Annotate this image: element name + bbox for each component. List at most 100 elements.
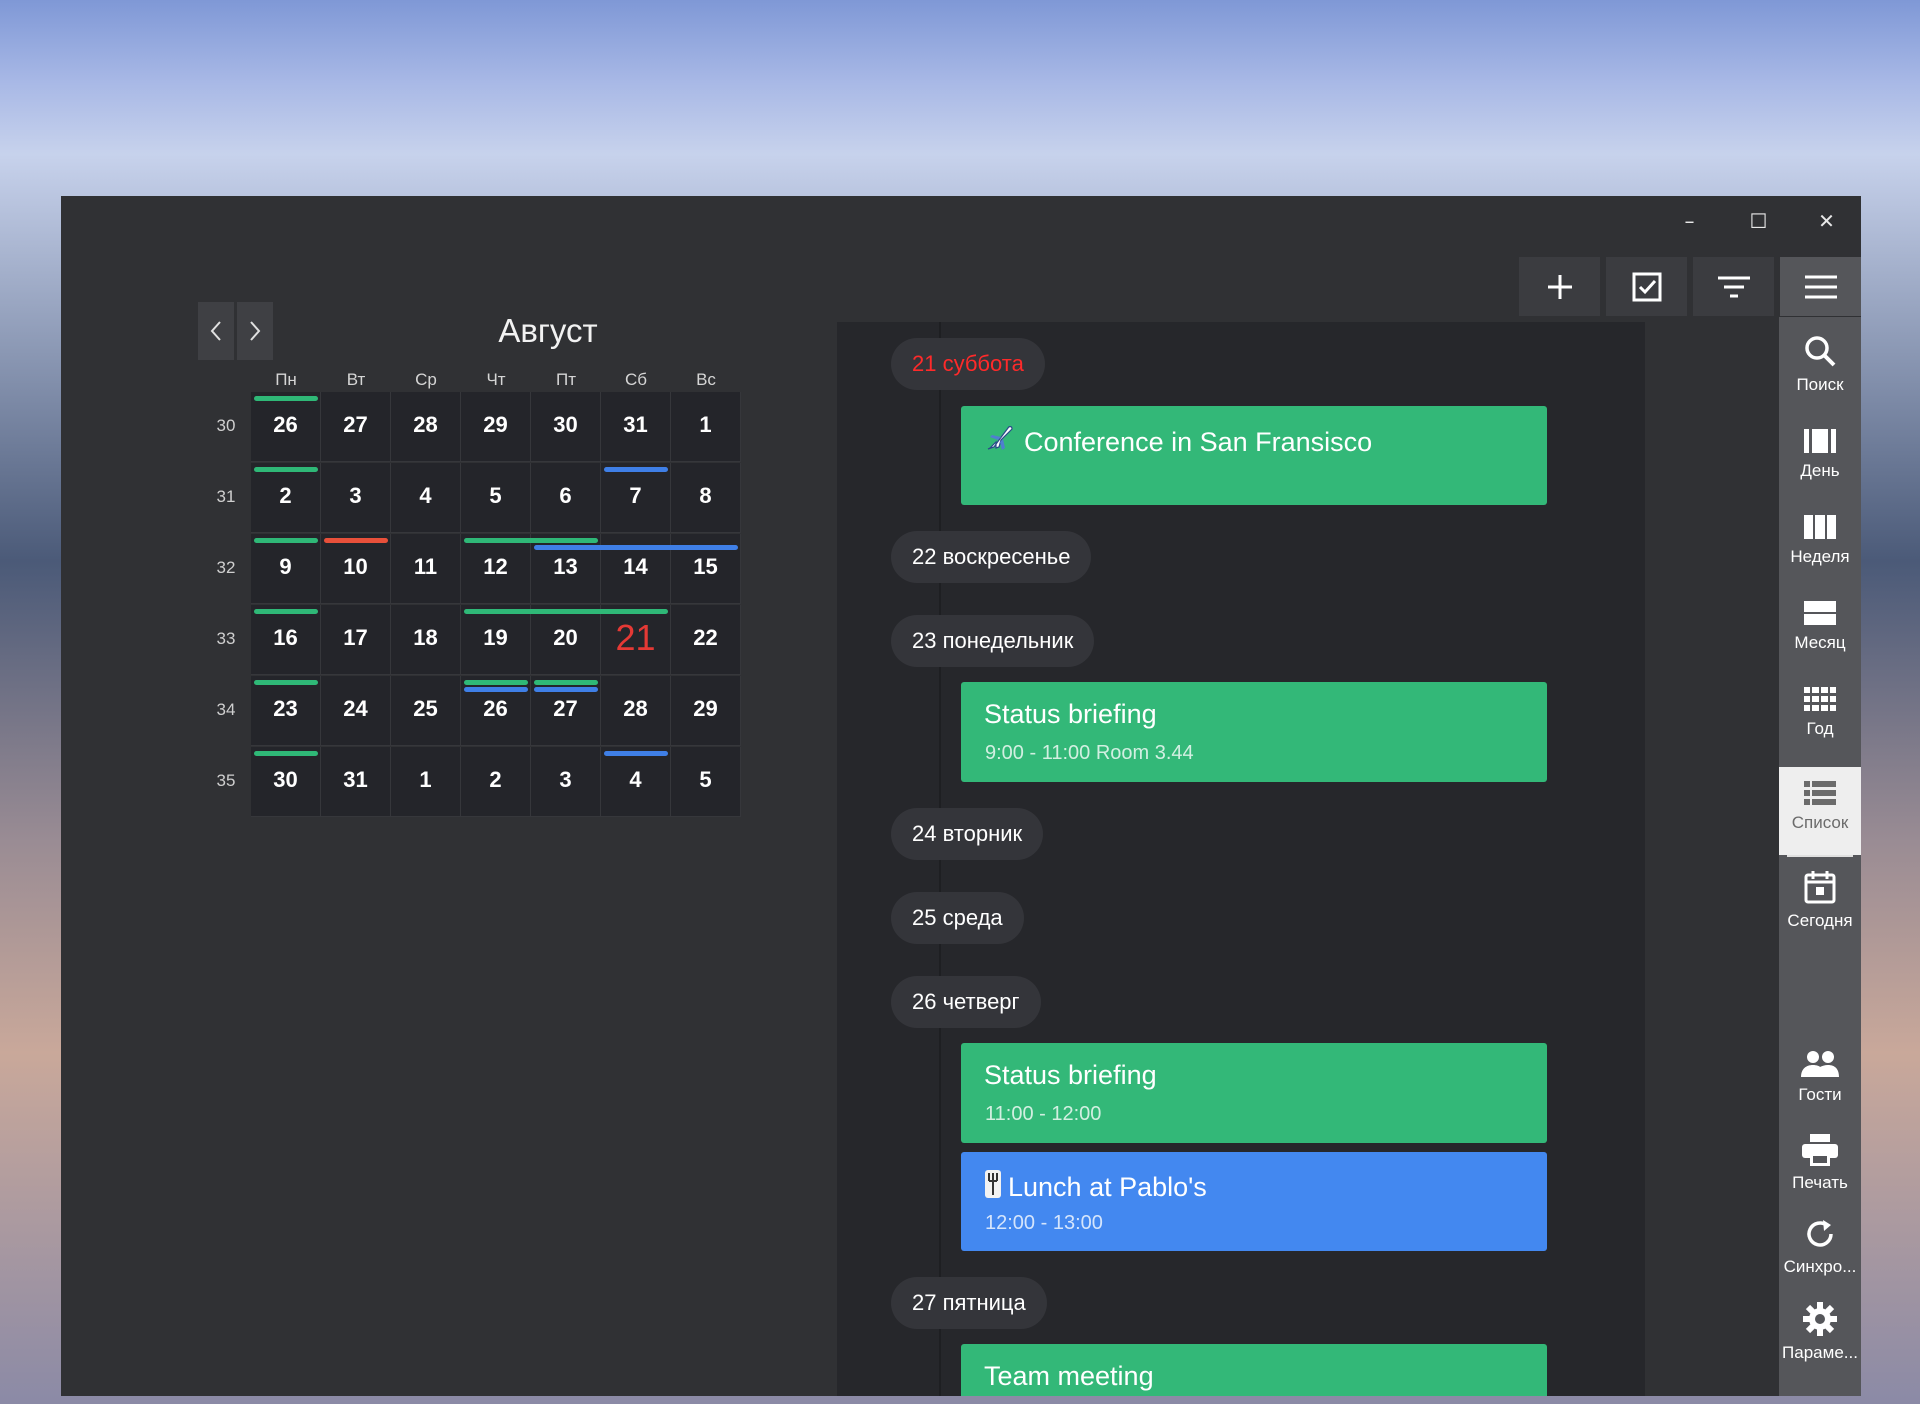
day-cell[interactable]: 1: [391, 747, 461, 817]
day-cell[interactable]: 24: [321, 676, 391, 746]
rail-label: День: [1800, 461, 1840, 480]
rail-item-today[interactable]: Сегодня: [1779, 869, 1861, 953]
rail-label: Неделя: [1790, 547, 1850, 566]
menu-button[interactable]: [1780, 257, 1861, 316]
weekday-label: Чт: [486, 370, 506, 389]
event-card[interactable]: Status briefing 11:00 - 12:00: [961, 1043, 1547, 1143]
event-card[interactable]: Team meeting: [961, 1344, 1547, 1396]
event-card[interactable]: Conference in San Fransisco: [961, 406, 1547, 505]
day-header-label: 21 суббота: [912, 351, 1024, 376]
day-cell[interactable]: 30: [251, 747, 321, 817]
day-cell[interactable]: 4: [601, 747, 671, 817]
add-button[interactable]: [1519, 257, 1600, 316]
app-window: – ☐ ✕ Поиск День Неделя Месяц Год Список…: [61, 196, 1861, 1396]
day-cell[interactable]: 6: [531, 463, 601, 533]
prev-month-button[interactable]: [198, 302, 234, 360]
sync-icon: [1807, 1220, 1833, 1247]
day-header[interactable]: 26 четверг: [891, 976, 1041, 1028]
next-month-button[interactable]: [237, 302, 273, 360]
agenda-list[interactable]: 21 суббота Conference in San Fransisco 2…: [837, 322, 1645, 1396]
day-cell[interactable]: 28: [601, 676, 671, 746]
printer-icon: [1802, 1134, 1838, 1166]
day-cell[interactable]: 16: [251, 605, 321, 675]
day-cell[interactable]: 11: [391, 534, 461, 604]
day-cell[interactable]: 20: [531, 605, 601, 675]
day-cell[interactable]: 12: [461, 534, 531, 604]
day-cell-today[interactable]: 21: [601, 605, 671, 675]
rail-item-week[interactable]: Неделя: [1779, 513, 1861, 597]
rail-label: Параме...: [1782, 1343, 1858, 1362]
tasks-button[interactable]: [1606, 257, 1687, 316]
day-cell[interactable]: 4: [391, 463, 461, 533]
close-icon: ✕: [1818, 209, 1835, 233]
rail-item-year[interactable]: Год: [1779, 685, 1861, 769]
day-header[interactable]: 23 понедельник: [891, 615, 1095, 667]
week-number: 33: [216, 629, 236, 648]
day-header[interactable]: 24 вторник: [891, 808, 1044, 860]
search-icon: [1805, 336, 1836, 367]
day-number: 25: [413, 696, 438, 721]
day-cell[interactable]: 27: [321, 392, 391, 462]
event-title-text: Lunch at Pablo's: [1008, 1172, 1207, 1202]
day-cell[interactable]: 5: [461, 463, 531, 533]
day-cell[interactable]: 22: [671, 605, 741, 675]
day-header[interactable]: 25 среда: [891, 892, 1024, 944]
rail-item-guests[interactable]: Гости: [1779, 1049, 1861, 1133]
day-number: 19: [483, 625, 508, 650]
day-cell[interactable]: 2: [251, 463, 321, 533]
rail-item-search[interactable]: Поиск: [1779, 333, 1861, 417]
day-header[interactable]: 21 суббота: [891, 338, 1045, 390]
day-cell[interactable]: 2: [461, 747, 531, 817]
gear-icon: [1803, 1302, 1837, 1336]
rail-item-day[interactable]: День: [1779, 427, 1861, 511]
day-header[interactable]: 27 пятница: [891, 1277, 1047, 1329]
day-cell[interactable]: 31: [321, 747, 391, 817]
day-cell[interactable]: 29: [461, 392, 531, 462]
day-cell[interactable]: 10: [321, 534, 391, 604]
event-title: Team meeting: [984, 1361, 1154, 1391]
filter-icon: [1717, 276, 1750, 297]
event-indicator: [324, 538, 388, 543]
minimize-button[interactable]: –: [1655, 196, 1724, 246]
day-number: 30: [273, 767, 298, 792]
day-cell[interactable]: 8: [671, 463, 741, 533]
day-cell[interactable]: 1: [671, 392, 741, 462]
day-number: 28: [413, 412, 438, 437]
day-cell[interactable]: 17: [321, 605, 391, 675]
rail-item-month[interactable]: Месяц: [1779, 599, 1861, 683]
day-cell[interactable]: 29: [671, 676, 741, 746]
event-time: 11:00 - 12:00: [985, 1103, 1102, 1125]
day-cell[interactable]: 28: [391, 392, 461, 462]
event-title: Status briefing: [984, 699, 1157, 729]
week-number: 31: [216, 487, 236, 506]
filter-button[interactable]: [1693, 257, 1774, 316]
rail-item-print[interactable]: Печать: [1779, 1133, 1861, 1217]
day-cell[interactable]: 5: [671, 747, 741, 817]
rail-item-list[interactable]: Список: [1779, 767, 1861, 855]
event-card[interactable]: Status briefing 9:00 - 11:00 Room 3.44: [961, 682, 1547, 782]
day-cell[interactable]: 18: [391, 605, 461, 675]
day-header[interactable]: 22 воскресенье: [891, 531, 1092, 583]
day-cell[interactable]: 30: [531, 392, 601, 462]
day-cell[interactable]: 9: [251, 534, 321, 604]
event-indicator: [534, 680, 598, 685]
close-button[interactable]: ✕: [1792, 196, 1861, 246]
day-number: 20: [553, 625, 578, 650]
day-cell[interactable]: 19: [461, 605, 531, 675]
rail-item-settings[interactable]: Параме...: [1779, 1301, 1861, 1385]
rail-item-sync[interactable]: Синхро...: [1779, 1217, 1861, 1301]
day-cell[interactable]: 3: [531, 747, 601, 817]
day-number: 2: [489, 767, 502, 792]
day-number: 13: [553, 554, 578, 579]
event-title: Conference in San Fransisco: [984, 423, 1372, 462]
day-cell[interactable]: 23: [251, 676, 321, 746]
day-cell[interactable]: 31: [601, 392, 671, 462]
day-cell[interactable]: 3: [321, 463, 391, 533]
day-cell[interactable]: 25: [391, 676, 461, 746]
maximize-button[interactable]: ☐: [1724, 196, 1793, 246]
chevron-left-icon: [210, 321, 221, 341]
event-title: Lunch at Pablo's: [984, 1169, 1207, 1206]
day-cell[interactable]: 26: [251, 392, 321, 462]
event-card[interactable]: Lunch at Pablo's 12:00 - 13:00: [961, 1152, 1547, 1251]
day-cell[interactable]: 7: [601, 463, 671, 533]
